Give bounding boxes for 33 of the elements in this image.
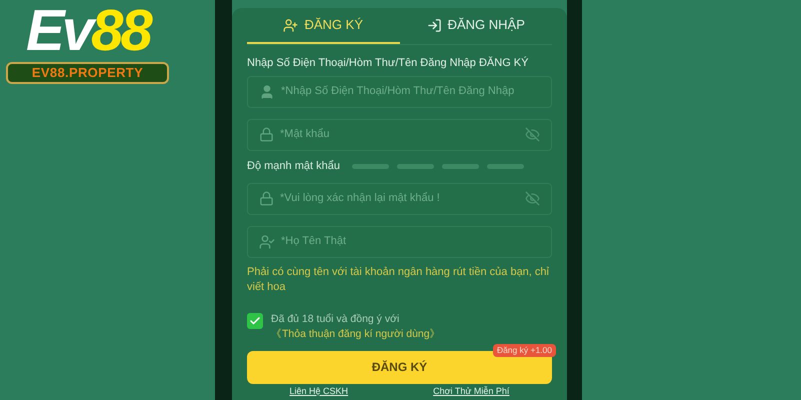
text-input[interactable]: *Nhập Số Điện Thoại/Hòm Thư/Tên Đăng Nhập bbox=[281, 83, 540, 100]
tab[interactable]: ĐĂNG KÝ bbox=[247, 8, 400, 44]
strength-segment bbox=[352, 164, 389, 169]
input-field[interactable]: *Nhập Số Điện Thoại/Hòm Thư/Tên Đăng Nhập bbox=[247, 76, 552, 108]
lock-icon bbox=[259, 127, 274, 142]
footer-link[interactable]: Chơi Thử Miễn Phí bbox=[433, 386, 510, 396]
tab[interactable]: ĐĂNG NHẬP bbox=[400, 8, 552, 44]
bonus-badge: Đăng ký +1.00 bbox=[492, 344, 556, 356]
footer-link[interactable]: Liên Hệ CSKH bbox=[290, 386, 348, 396]
field-label: Nhập Số Điện Thoại/Hòm Thư/Tên Đăng Nhập ĐĂNG KÝ bbox=[247, 56, 530, 71]
agreement-link[interactable]: 《Thỏa thuận đăng kí người dùng》 bbox=[271, 328, 441, 340]
user-icon bbox=[259, 84, 275, 100]
eye-off-icon[interactable] bbox=[525, 191, 540, 206]
text-input[interactable]: *Mật khẩu bbox=[280, 126, 519, 143]
agree-checkbox[interactable] bbox=[247, 312, 263, 328]
user-check-icon bbox=[259, 234, 275, 250]
text-input[interactable]: *Vui lòng xác nhận lại mật khẩu ! bbox=[280, 190, 519, 207]
text-input[interactable]: *Họ Tên Thật bbox=[281, 233, 540, 250]
agreement-text: Đã đủ 18 tuổi và đồng ý với 《Thỏa thuận đăng kí người dùng》 bbox=[271, 312, 442, 342]
strength-segment bbox=[486, 164, 524, 169]
hint-text: Phải có cùng tên với tài khoản ngân hàng rút tiền của bạn, chỉ viết hoa bbox=[247, 264, 550, 294]
strength-segment bbox=[442, 164, 479, 169]
strength-label: Độ mạnh mật khẩu bbox=[247, 159, 340, 174]
lock-icon bbox=[259, 191, 274, 206]
input-field[interactable]: *Vui lòng xác nhận lại mật khẩu ! bbox=[247, 182, 552, 214]
input-field[interactable]: *Mật khẩu bbox=[247, 118, 552, 150]
strength-segment bbox=[396, 164, 434, 169]
eye-off-icon[interactable] bbox=[525, 127, 540, 142]
user-plus-icon bbox=[283, 18, 298, 32]
domain-badge: EV88.PROPERTY bbox=[6, 62, 169, 84]
door-icon bbox=[426, 18, 442, 32]
input-field[interactable]: *Họ Tên Thật bbox=[247, 226, 552, 258]
check-icon bbox=[249, 314, 261, 326]
